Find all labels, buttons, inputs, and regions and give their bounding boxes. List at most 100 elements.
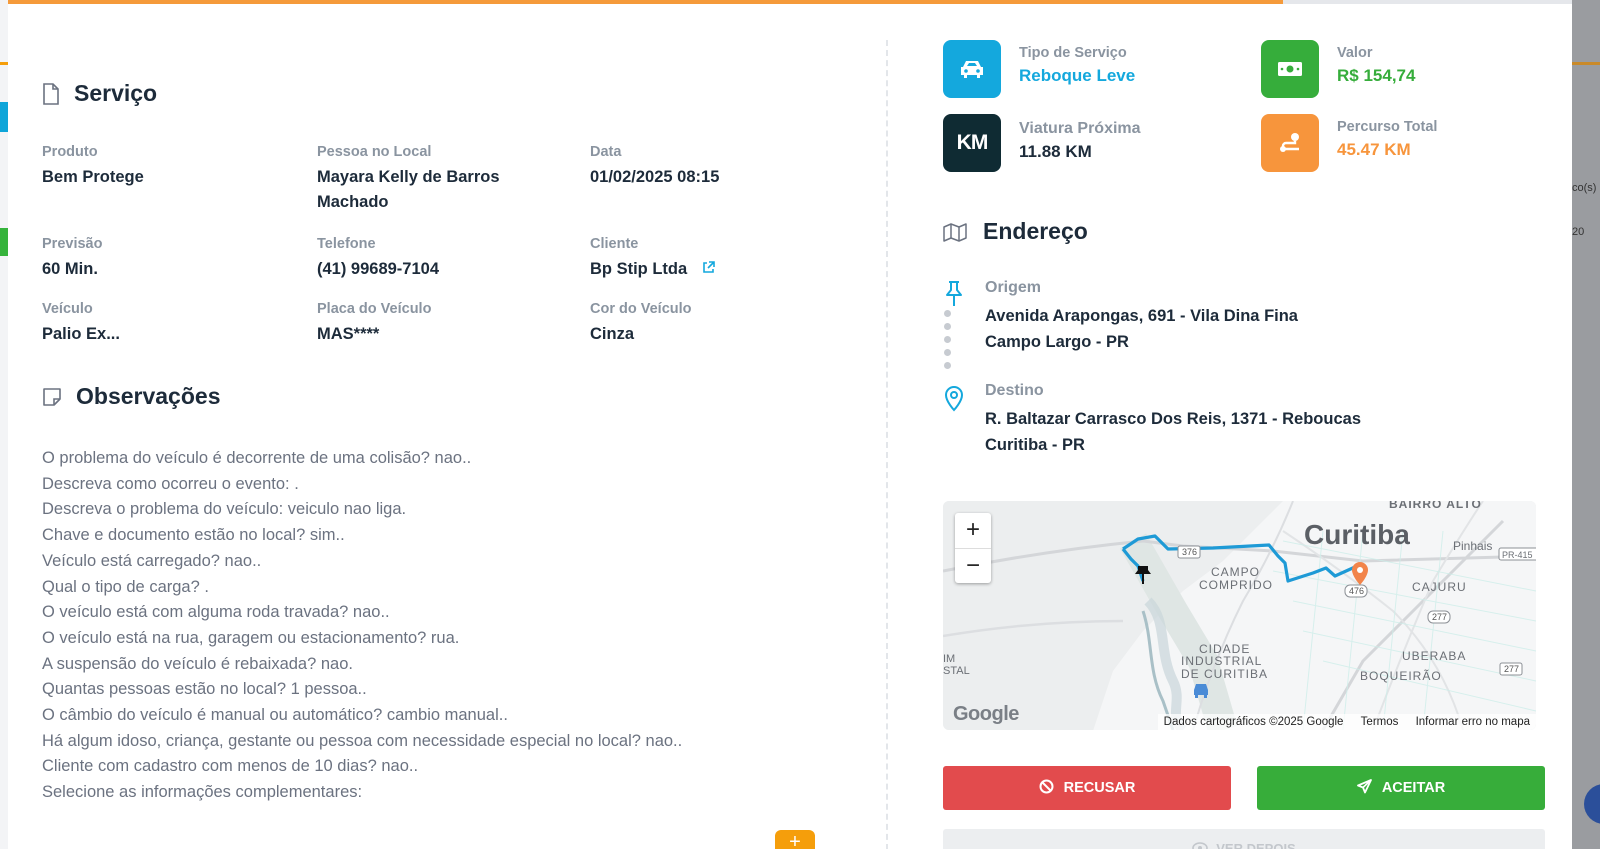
field-label: Cliente xyxy=(590,236,639,252)
field-value: (41) 99689-7104 xyxy=(317,260,440,278)
observations-section-title: Observações xyxy=(42,383,220,410)
field-data: Data 01/02/2025 08:15 xyxy=(590,143,840,190)
field-label: Data xyxy=(590,144,622,160)
field-value: 60 Min. xyxy=(42,260,98,278)
field-produto: Produto Bem Protege xyxy=(42,143,292,190)
map-label-boqueirao: BOQUEIRÃO xyxy=(1360,669,1442,683)
column-divider xyxy=(886,40,888,849)
map-label-campo: CAMPO xyxy=(1211,565,1261,579)
stat-value: 45.47 KM xyxy=(1337,140,1411,159)
map-terms-link[interactable]: Termos xyxy=(1361,716,1399,728)
map-label-partial: STAL xyxy=(943,665,970,677)
car-icon xyxy=(943,40,1001,98)
field-label: Placa do Veículo xyxy=(317,301,432,317)
ban-icon xyxy=(1039,779,1054,798)
stat-label: Valor xyxy=(1337,45,1373,61)
field-value: Palio Ex... xyxy=(42,325,120,343)
external-link-icon[interactable] xyxy=(702,257,715,282)
observation-line: O câmbio do veículo é manual ou automáti… xyxy=(42,706,508,725)
google-logo: Google xyxy=(953,703,1019,725)
field-value: 01/02/2025 08:15 xyxy=(590,168,720,186)
field-telefone: Telefone (41) 99689-7104 xyxy=(317,235,567,282)
field-value: MAS**** xyxy=(317,325,380,343)
map-label-route-476: 476 xyxy=(1349,586,1365,596)
field-cor-veiculo: Cor do Veículo Cinza xyxy=(590,300,840,347)
map-label-bairro-alto: BAIRRO ALTO xyxy=(1389,501,1482,511)
field-value: Cinza xyxy=(590,325,635,343)
observation-line: Selecione as informações complementares: xyxy=(42,783,363,802)
add-button[interactable]: + xyxy=(775,830,815,849)
field-label: Produto xyxy=(42,144,98,160)
field-label: Telefone xyxy=(317,236,376,252)
accept-button[interactable]: ACEITAR xyxy=(1257,766,1545,810)
map-label-pr415: PR-415 xyxy=(1502,550,1533,560)
address-title: Endereço xyxy=(983,218,1088,244)
stat-total-route: Percurso Total 45.47 KM xyxy=(1261,114,1437,172)
chat-bubble-button[interactable] xyxy=(1584,784,1600,824)
background-app-left xyxy=(0,0,8,849)
map-label-comprido: COMPRIDO xyxy=(1199,578,1273,592)
background-accent-line xyxy=(0,62,8,65)
location-marker-icon xyxy=(943,384,965,417)
map-tiles xyxy=(943,501,1536,730)
observation-line: Descreva o problema do veículo: veiculo … xyxy=(42,500,407,519)
accept-label: ACEITAR xyxy=(1381,780,1446,796)
refuse-button[interactable]: RECUSAR xyxy=(943,766,1231,810)
map-label-pinhais: Pinhais xyxy=(1453,539,1493,553)
stat-value: Reboque Leve xyxy=(1019,66,1136,85)
map-icon xyxy=(943,221,969,243)
map-label-cajuru: CAJURU xyxy=(1412,580,1467,594)
observation-line: O problema do veículo é decorrente de um… xyxy=(42,449,472,467)
field-value: Bp Stip Ltda xyxy=(590,257,840,282)
observation-line: Chave e documento estão no local? sim.. xyxy=(42,526,345,545)
document-icon xyxy=(42,82,60,105)
see-later-button[interactable]: VER DEPOIS xyxy=(943,829,1545,849)
refuse-label: RECUSAR xyxy=(1063,780,1136,796)
timer-progress-fill xyxy=(8,0,1283,4)
field-value: Mayara Kelly de Barros Machado xyxy=(317,168,500,211)
map-label-curitiba: Curitiba xyxy=(1304,519,1410,550)
address-section-title: Endereço xyxy=(943,218,1088,245)
observation-line: Qual o tipo de carga? . xyxy=(42,577,209,596)
timer-progress-track xyxy=(8,0,1572,4)
destination-line1: R. Baltazar Carrasco Dos Reis, 1371 - Re… xyxy=(985,410,1361,428)
field-veiculo: Veículo Palio Ex... xyxy=(42,300,292,347)
observation-line: Há algum idoso, criança, gestante ou pes… xyxy=(42,731,683,750)
stat-label: Tipo de Serviço xyxy=(1019,45,1127,61)
background-text: 20 xyxy=(1572,226,1585,238)
map-label-uberaba: UBERABA xyxy=(1402,649,1467,663)
stat-value-price: Valor R$ 154,74 xyxy=(1261,40,1415,98)
origin-line2: Campo Largo - PR xyxy=(985,332,1129,351)
see-later-label: VER DEPOIS xyxy=(1216,841,1296,849)
field-pessoa-no-local: Pessoa no Local Mayara Kelly de Barros M… xyxy=(317,143,547,215)
eye-icon xyxy=(1192,841,1209,849)
origin-line1: Avenida Arapongas, 691 - Vila Dina Fina xyxy=(985,307,1298,325)
field-label: Veículo xyxy=(42,301,93,317)
observation-line: O veículo está na rua, garagem ou estaci… xyxy=(42,628,460,647)
money-icon xyxy=(1261,40,1319,98)
note-icon xyxy=(42,387,62,407)
map-label-route-277: 277 xyxy=(1432,612,1448,622)
destination-address: Destino R. Baltazar Carrasco Dos Reis, 1… xyxy=(985,381,1361,458)
map-label-route-376: 376 xyxy=(1182,547,1198,557)
map-zoom-controls: + − xyxy=(955,513,991,583)
stat-service-type: Tipo de Serviço Reboque Leve xyxy=(943,40,1135,98)
stat-label: Viatura Próxima xyxy=(1019,120,1141,137)
observation-line: Veículo está carregado? nao.. xyxy=(42,551,262,570)
map-label-route-277b: 277 xyxy=(1504,664,1520,674)
map-data-credit: Dados cartográficos ©2025 Google xyxy=(1163,716,1344,728)
zoom-out-button[interactable]: − xyxy=(955,548,991,583)
stat-nearby-vehicle: KM Viatura Próxima 11.88 KM xyxy=(943,114,1141,172)
route-icon xyxy=(1261,114,1319,172)
zoom-in-button[interactable]: + xyxy=(955,513,991,548)
paper-plane-icon xyxy=(1356,778,1372,798)
observation-line: Cliente com cadastro com menos de 10 dia… xyxy=(42,757,419,776)
route-map[interactable]: Curitiba BAIRRO ALTO Pinhais PR-415 CAMP… xyxy=(943,501,1536,730)
observation-line: Descreva como ocorreu o evento: . xyxy=(42,474,299,493)
stat-label: Percurso Total xyxy=(1337,119,1438,135)
map-report-link[interactable]: Informar erro no mapa xyxy=(1416,716,1530,728)
map-label-de-curitiba: DE CURITIBA xyxy=(1181,667,1269,681)
pin-icon xyxy=(943,280,965,313)
client-name: Bp Stip Ltda xyxy=(590,260,688,278)
service-offer-modal: Serviço Produto Bem Protege Pessoa no Lo… xyxy=(8,0,1572,849)
